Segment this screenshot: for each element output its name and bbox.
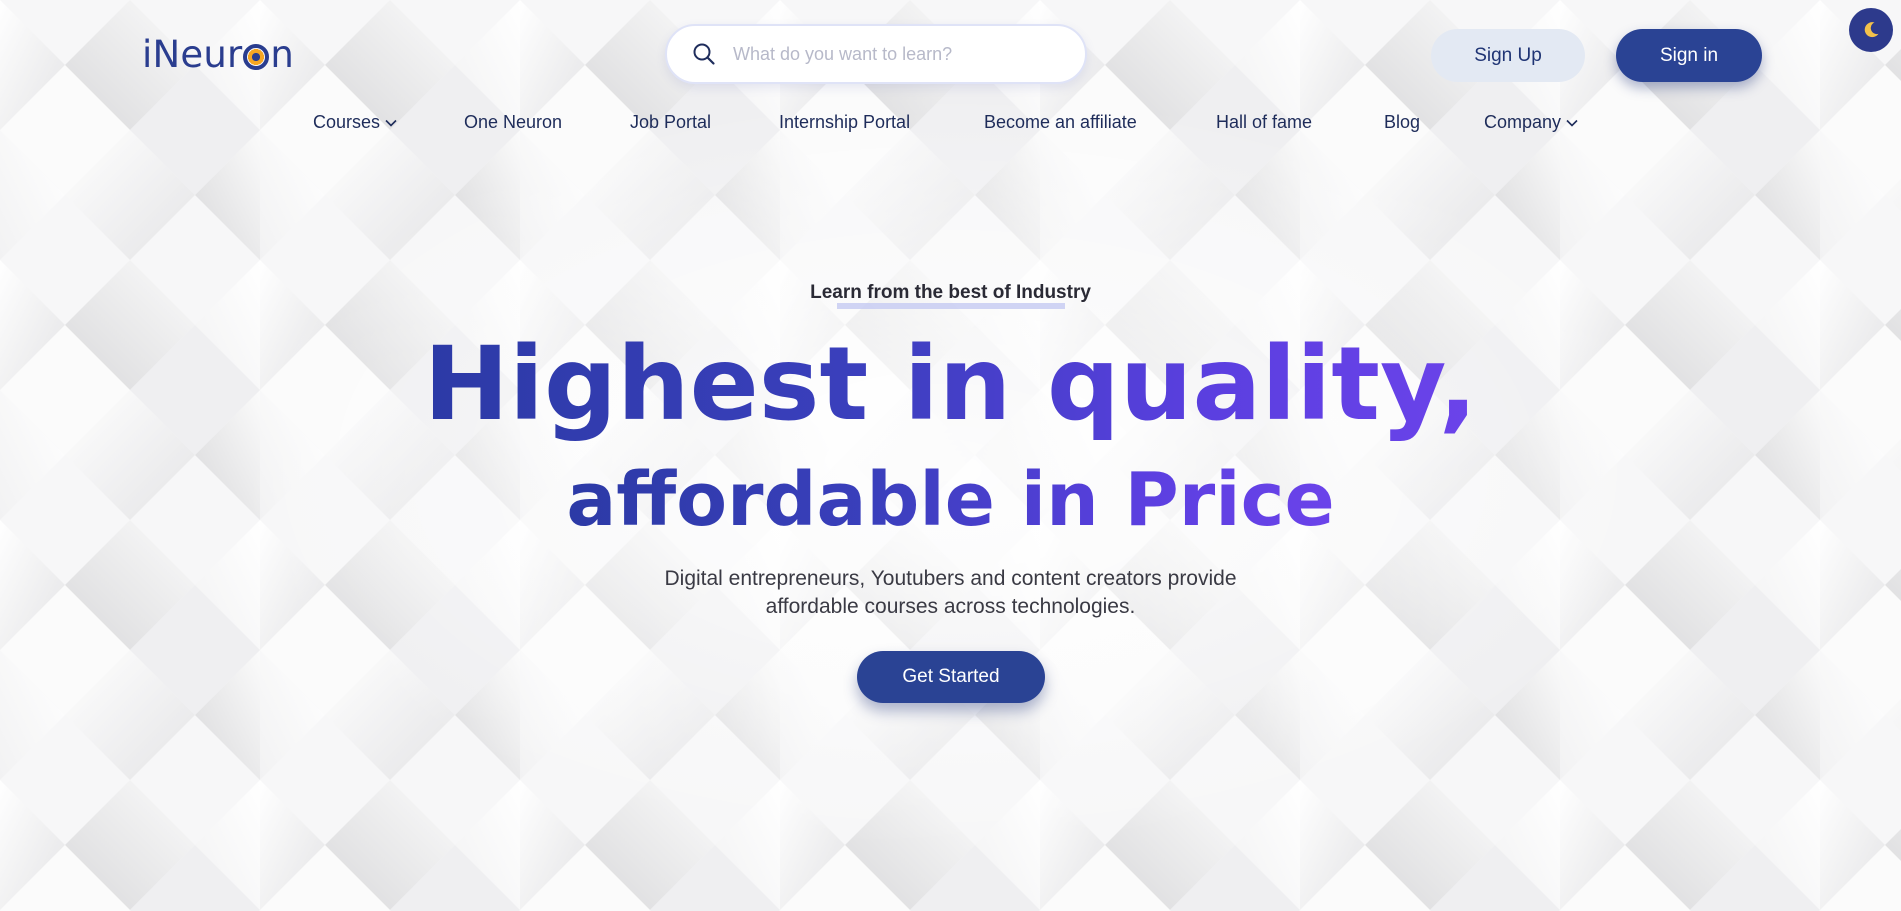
logo-ring-icon <box>243 44 270 70</box>
hero-headline-text: Highest in quality, <box>423 325 1478 444</box>
hero-subtitle-line: affordable courses across technologies. <box>765 595 1136 618</box>
logo-text-end: n <box>270 32 295 76</box>
nav-item-become-affiliate[interactable]: Become an affiliate <box>984 112 1137 133</box>
nav-item-job-portal[interactable]: Job Portal <box>630 112 711 133</box>
nav-item-label: One Neuron <box>464 112 563 132</box>
moon-icon <box>1864 22 1879 38</box>
nav-item-blog[interactable]: Blog <box>1384 112 1420 133</box>
nav-item-label: Blog <box>1384 112 1421 132</box>
nav-item-label: Hall of fame <box>1216 112 1313 132</box>
hero-subtitle-line: Digital entrepreneurs, Youtubers and con… <box>664 567 1237 590</box>
chevron-down-icon <box>1566 119 1578 127</box>
logo[interactable]: iNeur n <box>142 30 294 78</box>
theme-toggle-button[interactable] <box>1849 8 1893 52</box>
search-input[interactable] <box>731 42 1055 66</box>
hero-headline-text: affordable in Price <box>566 457 1335 543</box>
nav-item-label: Company <box>1484 112 1562 132</box>
sign-up-button[interactable]: Sign Up <box>1431 29 1585 82</box>
hero-headline-line2: affordable in Price <box>0 452 1901 548</box>
nav-item-company[interactable]: Company <box>1484 112 1578 133</box>
nav-item-label: Internship Portal <box>779 112 911 132</box>
search-icon <box>691 41 717 67</box>
nav-item-label: Become an affiliate <box>984 112 1137 132</box>
get-started-button[interactable]: Get Started <box>857 651 1045 703</box>
search-bar[interactable] <box>665 24 1087 84</box>
hero-headline-line1: Highest in quality, <box>0 320 1901 450</box>
hero-subtitle: Digital entrepreneurs, Youtubers and con… <box>0 565 1901 621</box>
logo-text-start: iNeur <box>142 32 243 76</box>
hero-eyebrow: Learn from the best of Industry <box>810 282 1091 303</box>
page: iNeurn Sign Up Sign in Courses <box>0 0 1901 911</box>
nav-item-label: Job Portal <box>630 112 712 132</box>
main-nav: Courses One Neuron Job Portal Internship… <box>0 112 1901 138</box>
sign-in-button[interactable]: Sign in <box>1616 29 1762 82</box>
nav-item-hall-of-fame[interactable]: Hall of fame <box>1216 112 1312 133</box>
nav-item-one-neuron[interactable]: One Neuron <box>464 112 562 133</box>
nav-item-courses[interactable]: Courses <box>313 112 397 133</box>
nav-item-label: Courses <box>313 112 381 132</box>
nav-item-internship-portal[interactable]: Internship Portal <box>779 112 910 133</box>
chevron-down-icon <box>385 119 397 127</box>
